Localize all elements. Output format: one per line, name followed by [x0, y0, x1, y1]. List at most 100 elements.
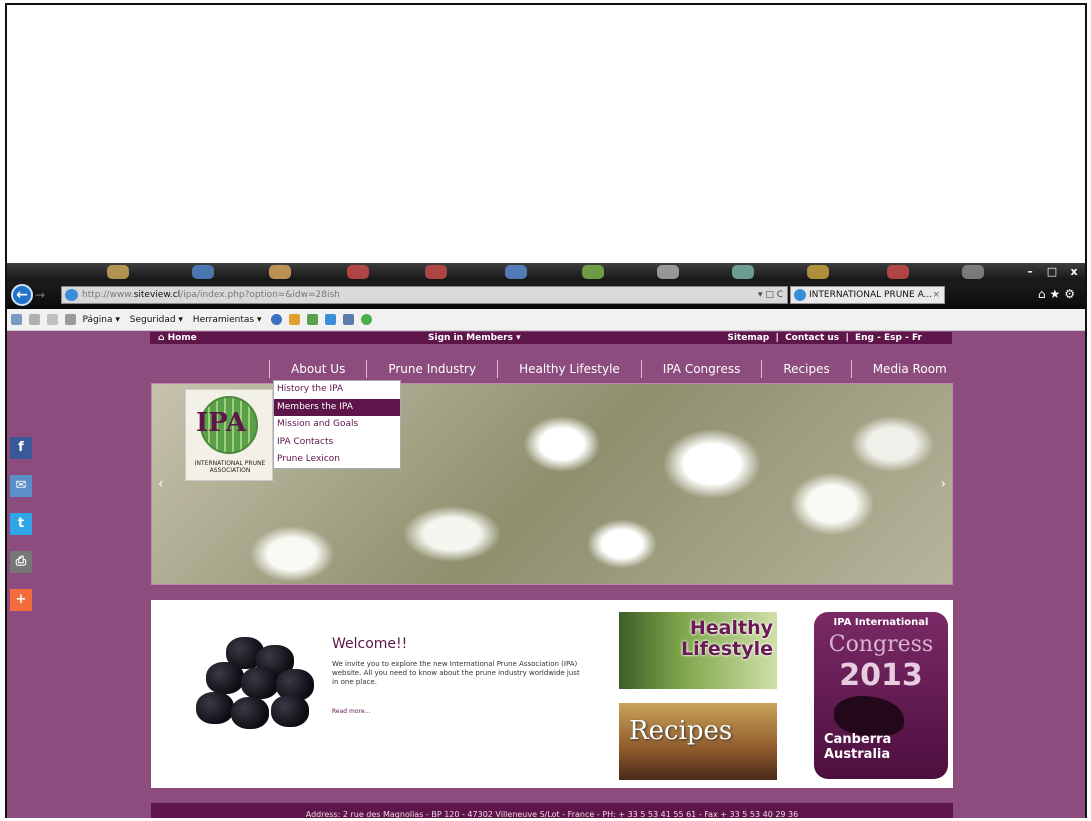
taskbar-app-icon[interactable]	[582, 265, 604, 279]
taskbar-app-icon[interactable]	[887, 265, 909, 279]
web-page: ⌂ Home Sign in Members ▾ Sitemap | Conta…	[7, 331, 1085, 818]
congress-year: 2013	[839, 658, 923, 693]
content-panel: Welcome!! We invite you to explore the n…	[151, 600, 953, 788]
tab-close-icon[interactable]: ×	[932, 287, 940, 303]
taskbar-app-icon[interactable]	[962, 265, 984, 279]
read-more-link[interactable]: Read more...	[332, 708, 370, 715]
ipa-logo[interactable]: IPA INTERNATIONAL PRUNE ASSOCIATION	[185, 389, 273, 481]
refresh-icon[interactable]: ▾ □ C	[758, 287, 783, 303]
lang-fr-link[interactable]: Fr	[912, 333, 922, 343]
page-menu[interactable]: Página ▾	[83, 315, 120, 325]
forward-button[interactable]: →	[35, 287, 53, 303]
addon-icon[interactable]	[307, 314, 319, 325]
ie-page-icon	[65, 289, 78, 301]
feeds-icon[interactable]	[28, 314, 40, 325]
maximize-button[interactable]: □	[1041, 263, 1063, 281]
healthy-lifestyle-promo[interactable]: Healthy Lifestyle	[619, 612, 777, 689]
congress-line2: Congress	[828, 632, 934, 657]
taskbar-app-icon[interactable]	[269, 265, 291, 279]
lang-en-link[interactable]: Eng	[855, 333, 874, 343]
welcome-text: We invite you to explore the new Interna…	[332, 660, 580, 686]
congress-country: Australia	[824, 747, 891, 762]
site-top-nav: ⌂ Home Sign in Members ▾ Sitemap | Conta…	[150, 332, 952, 344]
home-link-label: Home	[167, 333, 197, 343]
recipes-promo[interactable]: Recipes	[619, 703, 777, 780]
lang-es-link[interactable]: Esp	[884, 333, 902, 343]
dropdown-history[interactable]: History the IPA	[274, 381, 400, 399]
dropdown-contacts[interactable]: IPA Contacts	[274, 434, 400, 452]
email-icon[interactable]: ✉	[10, 475, 32, 497]
sitemap-link[interactable]: Sitemap	[727, 333, 769, 343]
mail-icon[interactable]	[46, 314, 58, 325]
print-icon[interactable]	[64, 314, 76, 325]
browser-window: – □ x ← → http://www.siteview.cl/ipa/ind…	[7, 263, 1085, 818]
healthy-lifestyle-label: Healthy Lifestyle	[681, 617, 773, 660]
home-icon[interactable]	[11, 314, 22, 325]
minimize-button[interactable]: –	[1019, 263, 1041, 281]
menu-prune-industry[interactable]: Prune Industry	[366, 360, 497, 378]
address-bar-row: ← → http://www.siteview.cl/ipa/index.php…	[7, 281, 1085, 309]
tools-menu[interactable]: Herramientas ▾	[193, 315, 262, 325]
logo-text: IPA	[196, 408, 246, 438]
ie-tab-icon	[794, 289, 806, 301]
menu-media-room[interactable]: Media Room	[850, 360, 968, 378]
taskbar-app-icon[interactable]	[732, 265, 754, 279]
taskbar-app-icon[interactable]	[347, 265, 369, 279]
congress-city: Canberra	[824, 732, 892, 747]
address-prefix: http://www.	[82, 290, 134, 300]
home-link[interactable]: ⌂ Home	[158, 332, 197, 344]
help-icon[interactable]	[271, 314, 283, 325]
signin-link[interactable]: Sign in Members ▾	[428, 332, 521, 344]
menu-healthy-lifestyle[interactable]: Healthy Lifestyle	[497, 360, 641, 378]
addon-icon[interactable]	[342, 314, 354, 325]
menu-ipa-congress[interactable]: IPA Congress	[640, 360, 762, 378]
welcome-title: Welcome!!	[332, 636, 408, 652]
more-share-icon[interactable]: +	[10, 589, 32, 611]
taskbar-app-icon[interactable]	[657, 265, 679, 279]
main-menu: About Us Prune Industry Healthy Lifestyl…	[269, 360, 968, 378]
dropdown-members[interactable]: Members the IPA	[274, 398, 400, 416]
home-favorites-tools-icons[interactable]: ⌂★⚙	[1038, 287, 1079, 301]
taskbar-app-icon[interactable]	[192, 265, 214, 279]
congress-location: Canberra Australia	[824, 732, 891, 762]
twitter-icon[interactable]: t	[10, 513, 32, 535]
utility-links: Sitemap | Contact us | Eng - Esp - Fr	[727, 333, 922, 343]
logo-subtitle: INTERNATIONAL PRUNE ASSOCIATION	[194, 460, 266, 474]
menu-recipes[interactable]: Recipes	[761, 360, 850, 378]
close-window-button[interactable]: x	[1063, 263, 1085, 281]
skype-icon[interactable]	[324, 314, 336, 325]
print-share-icon[interactable]: ⎙	[10, 551, 32, 573]
addon-icon[interactable]	[289, 314, 301, 325]
recipes-label: Recipes	[629, 716, 733, 746]
taskbar-app-icon[interactable]	[107, 265, 129, 279]
back-button[interactable]: ←	[11, 284, 33, 306]
safety-menu[interactable]: Seguridad ▾	[130, 315, 183, 325]
address-bar[interactable]: http://www.siteview.cl/ipa/index.php?opt…	[61, 286, 788, 304]
slider-prev-icon[interactable]: ‹	[158, 476, 164, 492]
command-bar: Página ▾ Seguridad ▾ Herramientas ▾	[7, 309, 1085, 331]
taskbar-app-icon[interactable]	[425, 265, 447, 279]
congress-promo[interactable]: IPA International Congress 2013 Canberra…	[814, 612, 948, 779]
address-domain: siteview.cl	[133, 290, 181, 300]
dropdown-mission[interactable]: Mission and Goals	[274, 416, 400, 434]
window-controls: – □ x	[1019, 263, 1085, 281]
congress-line1: IPA International	[833, 617, 929, 628]
dropdown-lexicon[interactable]: Prune Lexicon	[274, 451, 400, 469]
browser-tab[interactable]: INTERNATIONAL PRUNE A... ×	[790, 286, 945, 304]
kangaroo-image	[834, 696, 904, 736]
signin-label: Sign in Members	[428, 333, 513, 343]
taskbar-strip: – □ x	[7, 263, 1085, 281]
addon-icon[interactable]	[360, 314, 372, 325]
address-path: /ipa/index.php?option=&idw=28ish	[180, 290, 340, 300]
about-dropdown: History the IPA Members the IPA Mission …	[273, 380, 401, 469]
contact-link[interactable]: Contact us	[785, 333, 839, 343]
prunes-image	[196, 637, 316, 732]
slider-next-icon[interactable]: ›	[940, 476, 946, 492]
facebook-icon[interactable]: f	[10, 437, 32, 459]
hero-banner: IPA INTERNATIONAL PRUNE ASSOCIATION ‹ ›	[151, 383, 953, 585]
site-footer: Address: 2 rue des Magnolias - BP 120 - …	[151, 803, 953, 818]
tab-title: INTERNATIONAL PRUNE A...	[809, 290, 933, 300]
taskbar-app-icon[interactable]	[807, 265, 829, 279]
taskbar-app-icon[interactable]	[505, 265, 527, 279]
menu-about-us[interactable]: About Us	[269, 360, 366, 378]
